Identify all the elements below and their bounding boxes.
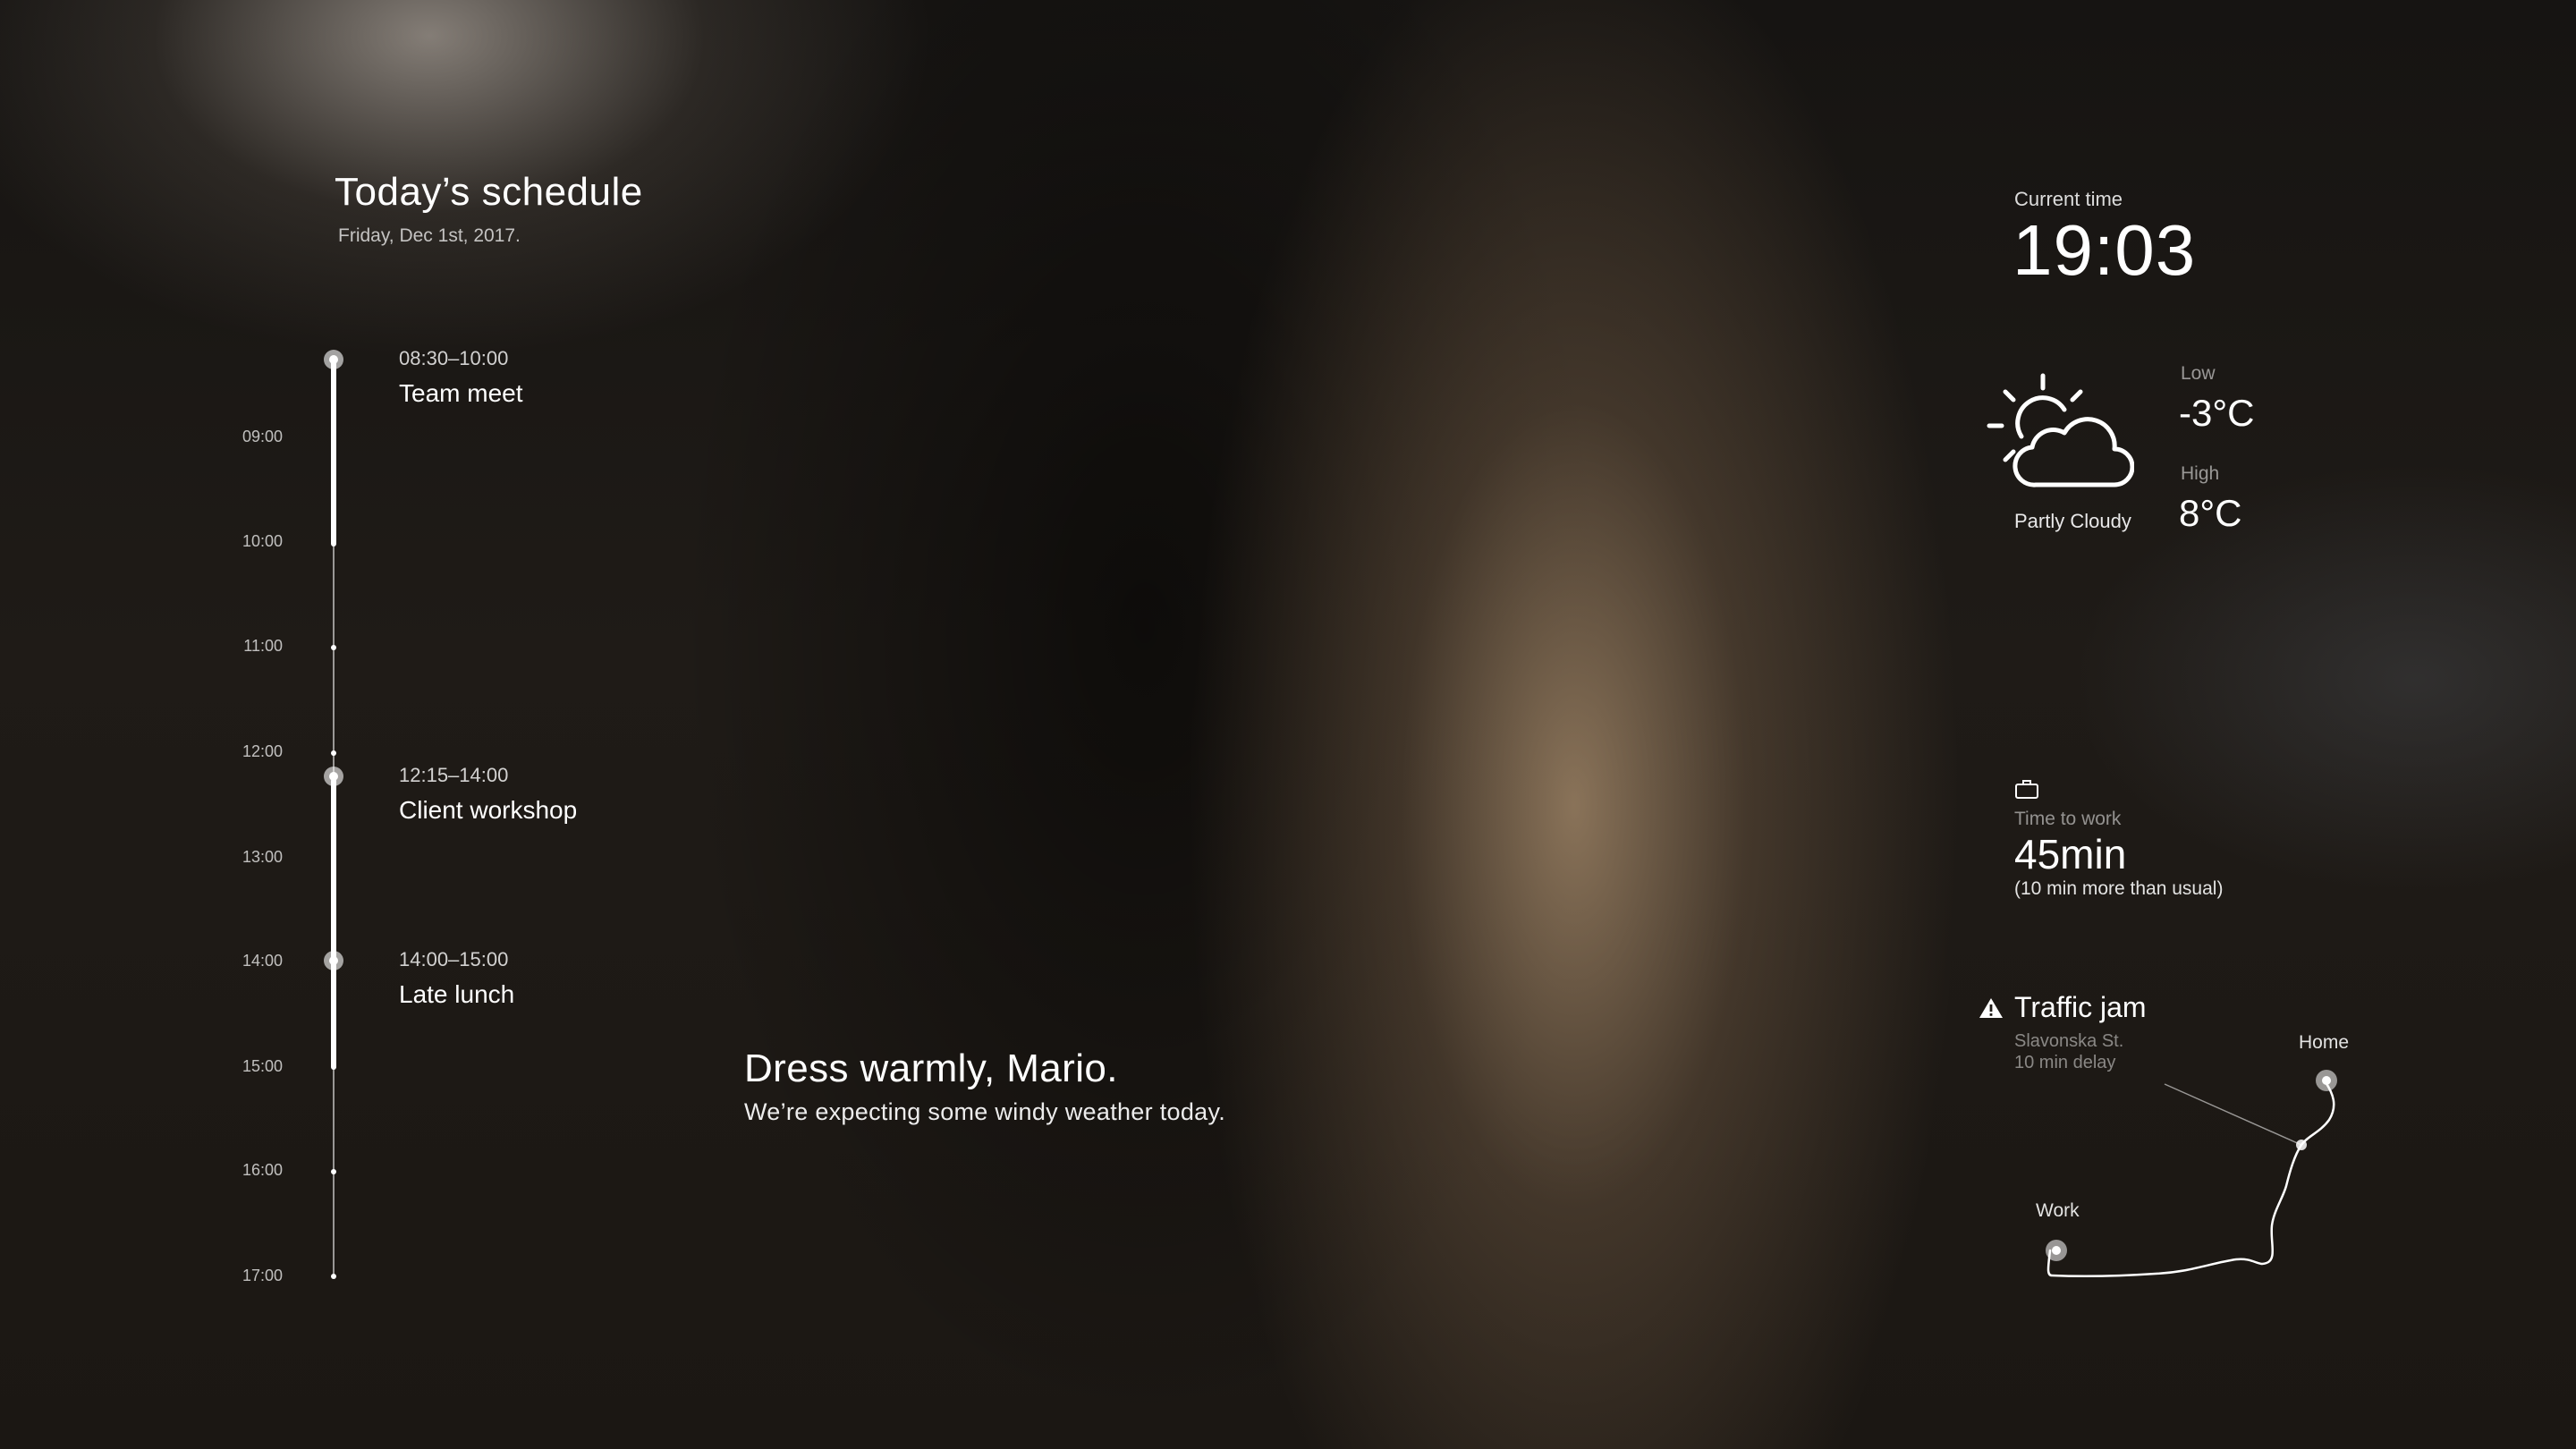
low-temp-value: -3°C [2179,392,2255,434]
partly-cloudy-icon [1987,373,2134,487]
hour-label: 11:00 [243,637,283,655]
event-bar-client-workshop [331,778,336,1070]
route-map[interactable] [2021,1020,2361,1306]
event-marker [324,350,343,369]
event-time: 12:15–14:00 [399,764,509,786]
time-to-work-value: 45min [2014,831,2127,877]
event-name: Client workshop [399,796,578,824]
event-name: Late lunch [399,980,515,1008]
traffic-location-dot [2296,1140,2307,1150]
high-temp-value: 8°C [2179,492,2242,534]
high-temp-label: High [2181,463,2220,484]
event-marker [324,951,343,970]
greeting-title: Dress warmly, Mario. [744,1046,1118,1090]
timeline-dot [331,1169,336,1174]
schedule-date: Friday, Dec 1st, 2017. [338,225,521,246]
event-name: Team meet [399,379,523,407]
hour-label: 17:00 [242,1267,283,1284]
time-to-work-label: Time to work [2014,809,2122,829]
hour-label: 09:00 [242,428,283,445]
greeting-subtitle: We’re expecting some windy weather today… [744,1098,1226,1125]
hour-label: 14:00 [242,952,283,970]
current-time-label: Current time [2014,188,2123,210]
current-time-value: 19:03 [2012,210,2197,290]
event-time: 08:30–10:00 [399,347,509,369]
route-path [2046,1080,2335,1278]
hour-label: 10:00 [242,532,283,550]
hour-label: 16:00 [242,1161,283,1179]
event-marker [324,767,343,786]
hour-label: 13:00 [242,848,283,866]
briefcase-icon [2015,780,2038,799]
home-pin-center [2322,1076,2331,1085]
work-pin-center [2052,1246,2061,1255]
map-home-label: Home [2299,1032,2350,1053]
weather-condition: Partly Cloudy [2014,510,2131,532]
hour-label: 15:00 [242,1057,283,1075]
time-to-work-note: (10 min more than usual) [2014,878,2224,899]
event-bar-team-meet [331,360,336,547]
timeline-dot [331,645,336,650]
timeline-dot [331,750,336,756]
map-work-label: Work [2036,1200,2080,1221]
traffic-pointer-line [2164,1083,2302,1146]
schedule-title: Today’s schedule [335,170,643,214]
warning-icon [1979,998,2003,1018]
timeline-dot [331,1274,336,1279]
hour-label: 12:00 [242,742,283,760]
event-time: 14:00–15:00 [399,948,509,970]
low-temp-label: Low [2181,363,2216,384]
